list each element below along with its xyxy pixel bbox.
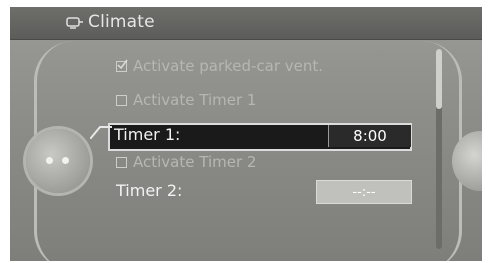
- menu-label-activate-timer-2: Activate Timer 2: [133, 153, 257, 171]
- menu-item-activate-timer-1[interactable]: Activate Timer 1: [116, 91, 256, 109]
- timer-1-label: Timer 1:: [114, 125, 181, 144]
- scrollbar[interactable]: [436, 49, 442, 249]
- scroll-thumb[interactable]: [436, 49, 442, 109]
- timer-1-label-row: Timer 1:: [114, 125, 180, 144]
- timer-2-label: Timer 2:: [116, 181, 183, 200]
- checkbox-vent[interactable]: [116, 59, 128, 72]
- menu-item-activate-vent[interactable]: Activate parked-car vent.: [116, 57, 323, 75]
- menu-label-activate-vent: Activate parked-car vent.: [133, 57, 324, 75]
- climate-icon: [66, 16, 84, 30]
- knob-dot: [62, 157, 69, 164]
- title-bar: Climate: [10, 7, 482, 40]
- page-title: Climate: [88, 12, 155, 32]
- checkbox-timer-1[interactable]: [116, 94, 127, 106]
- timer-2-value[interactable]: --:--: [316, 180, 412, 204]
- knob-dot: [46, 157, 53, 164]
- climate-screen: Climate Activate parked-car vent. Activa…: [10, 7, 482, 261]
- menu-item-activate-timer-2[interactable]: Activate Timer 2: [116, 153, 256, 171]
- timer-1-value[interactable]: 8:00: [328, 125, 411, 147]
- controller-knob-icon: [26, 129, 90, 193]
- menu-item-timer-2[interactable]: Timer 2:: [116, 181, 182, 200]
- menu-label-activate-timer-1: Activate Timer 1: [133, 91, 257, 109]
- checkbox-timer-2[interactable]: [116, 156, 127, 168]
- selection-pointer-icon: [90, 126, 112, 139]
